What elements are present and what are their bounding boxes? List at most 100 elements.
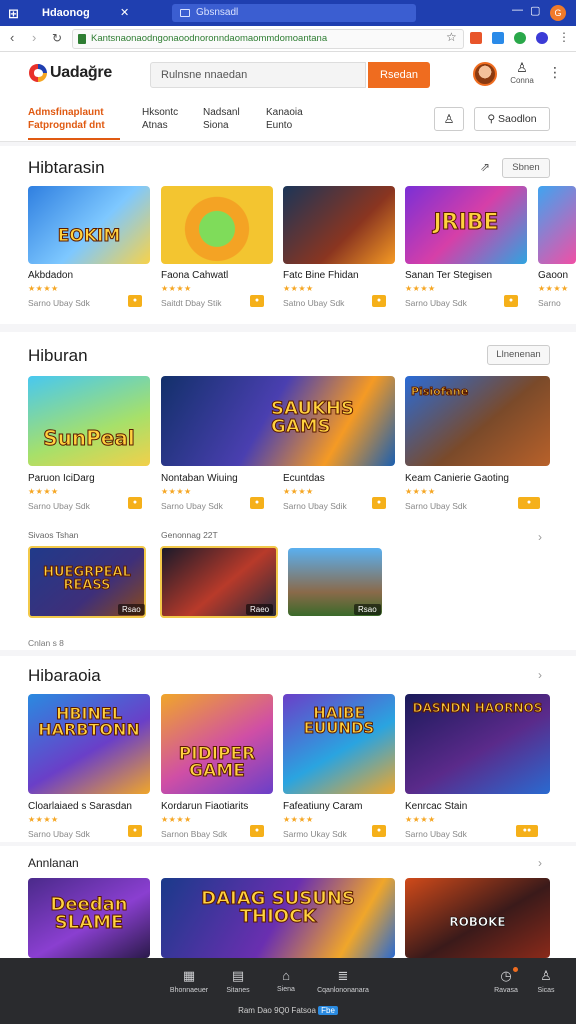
bag-icon: ⌂ (282, 968, 290, 983)
game-card-3-image[interactable] (283, 186, 395, 264)
game-card-14-image[interactable]: Deedan SLAME (28, 878, 150, 958)
back-icon[interactable]: ‹ (10, 30, 14, 45)
game-card-1-title[interactable]: Akbdadon (28, 270, 150, 281)
game-card-13-tag: ●● (516, 825, 538, 837)
game-card-1-art-text: EOKIM (57, 226, 121, 246)
game-card-9-title[interactable]: Ecuntdas (283, 473, 395, 484)
nav-tab-2-line2: Siona (203, 120, 229, 131)
bottom-nav-label-0: Bhonnaeuer (169, 987, 209, 994)
game-card-11-image[interactable]: PIDIPER GAME (161, 694, 273, 794)
game-card-13-image[interactable]: DASNDN HAORNOS (405, 694, 550, 794)
minimize-icon[interactable]: — (512, 4, 523, 16)
bottom-nav-item-3[interactable]: ≣ Cqanlononanara (313, 968, 373, 994)
browser-tab-second[interactable]: Gbsnsadl (172, 4, 416, 22)
account-button[interactable]: ♙ Conna (510, 60, 534, 90)
bottom-nav-item-1[interactable]: ▤ Sitanes (218, 968, 258, 994)
game-card-9-tag: ● (372, 497, 386, 509)
bookmark-star-icon[interactable]: ☆ (446, 30, 457, 44)
section2-button[interactable]: Llnenenan (487, 345, 550, 365)
game-card-4-art-text: JRIBE (433, 210, 499, 235)
game-card-16-image[interactable]: ROBOKE (405, 878, 550, 958)
game-card-4-title[interactable]: Sanan Ter Stegisen (405, 270, 527, 281)
nav-tab-3-line1: Kanaoia (266, 107, 303, 118)
game-card-13-art-text: DASNDN HAORNOS (412, 701, 543, 715)
game-card-7-art-text: SAUKHS GAMS (271, 398, 355, 437)
close-tab-icon[interactable]: ✕ (120, 3, 129, 23)
browser-profile-icon[interactable]: G (550, 5, 566, 21)
game-card-2-title[interactable]: Faona Cahwatl (161, 270, 273, 281)
sub-label-1: Genonnag 22T (161, 530, 218, 540)
login-icon: ⚲ (487, 113, 499, 125)
game-card-3-title[interactable]: Fatc Bine Fhidan (283, 270, 395, 281)
game-card-5-image[interactable] (538, 186, 576, 264)
search-button[interactable]: Rsedan (368, 62, 430, 88)
game-card-15-image[interactable]: DAIAG SUSUNS THIOCK (161, 878, 395, 958)
forward-icon[interactable]: › (32, 30, 36, 45)
game-card-10-title[interactable]: Cloarlaiaed s Sarasdan (28, 801, 158, 812)
game-card-10-image[interactable]: HBINEL HARBTONN (28, 694, 150, 794)
game-card-1-image[interactable]: EOKIM (28, 186, 150, 264)
extension-green-icon[interactable] (514, 32, 526, 44)
game-card-11-title[interactable]: Kordarun Fiaotiarits (161, 801, 273, 812)
game-card-7-title[interactable]: Nontaban Wiuing (161, 473, 273, 484)
account-label: Conna (510, 76, 534, 85)
bottom-nav-item-0[interactable]: ▦ Bhonnaeuer (169, 968, 209, 994)
user-avatar[interactable] (473, 62, 497, 86)
game-card-13-title[interactable]: Kenrcac Stain (405, 801, 550, 812)
bottom-nav-item-2[interactable]: ⌂ Siena (266, 968, 306, 993)
game-card-2-image[interactable] (161, 186, 273, 264)
extension-red-icon[interactable] (470, 32, 482, 44)
menu-icon: ≣ (337, 968, 349, 983)
signin-button[interactable]: ⚲ Saodlon (474, 107, 550, 131)
extension-blue-icon[interactable] (492, 32, 504, 44)
nav-tab-1[interactable]: Hksontc Atnas (142, 106, 178, 132)
nav-tab-0[interactable]: Admsfinaplaunt Fatprogndaf dnt (28, 106, 105, 132)
game-card-7-meta: Sarno Ubay Sdk (161, 501, 223, 511)
game-card-4-image[interactable]: JRIBE (405, 186, 527, 264)
bottom-nav-item-4[interactable]: ◷ Ravasa (486, 968, 526, 994)
game-card-11-tag: ● (250, 825, 264, 837)
nav-tab-3[interactable]: Kanaoia Eunto (266, 106, 303, 132)
bottom-nav-label-3: Cqanlononanara (317, 987, 369, 994)
lock-icon (78, 34, 86, 44)
reload-icon[interactable]: ↻ (52, 31, 62, 45)
extension-profile-icon[interactable] (536, 32, 548, 44)
game-card-7-image[interactable]: SAUKHS GAMS (161, 376, 395, 466)
profile-button[interactable]: ♙ (434, 107, 464, 131)
section3-chevron-icon[interactable]: › (538, 668, 542, 682)
game-card-6-title[interactable]: Paruon IciDarg (28, 473, 150, 484)
sub-row-chevron-icon[interactable]: › (538, 530, 542, 544)
game-card-12-image[interactable]: HAIBE EUUNDS (283, 694, 395, 794)
game-card-8-image[interactable]: Pisiofane (405, 376, 550, 466)
game-card-12-rating: ★★★★ (283, 815, 314, 824)
browser-app-icon[interactable]: ⊞ (8, 6, 19, 22)
game-card-8-rating: ★★★★ (405, 487, 436, 496)
game-card-11-rating: ★★★★ (161, 815, 192, 824)
game-card-11-art-text: PIDIPER GAME (178, 744, 256, 781)
game-card-4-tag: ● (504, 295, 518, 307)
url-input[interactable]: Kantsnaonaodngonaoodnoronndaomaommdomoan… (72, 29, 464, 49)
section4-chevron-icon[interactable]: › (538, 856, 542, 870)
section2-footer-label: Cnlan s 8 (28, 638, 64, 648)
section1-button[interactable]: Sbnen (502, 158, 550, 178)
site-logo-text[interactable]: Uadağre (50, 64, 112, 82)
nav-tab-2[interactable]: Nadsanl Siona (203, 106, 240, 132)
more-options-icon[interactable]: ⋮ (548, 64, 562, 81)
search-input[interactable]: Rulnsne nnaedan (150, 62, 366, 88)
game-card-8-meta: Sarno Ubay Sdk (405, 501, 467, 511)
browser-menu-icon[interactable]: ⋮ (558, 30, 570, 44)
game-card-9-rating: ★★★★ (283, 487, 314, 496)
clock-icon: ◷ (500, 968, 512, 983)
game-card-2-meta: Saitdt Dbay Stik (161, 298, 222, 308)
grid-icon: ▦ (182, 968, 196, 983)
game-card-5-title[interactable]: Gaoon (538, 270, 576, 281)
game-card-8-title[interactable]: Keam Canierie Gaoting (405, 473, 550, 484)
bottom-nav-label-5: Sicas (537, 987, 555, 994)
game-card-12-title[interactable]: Fafeatiuny Caram (283, 801, 395, 812)
game-card-10-art-text: HBINEL HARBTONN (38, 704, 141, 739)
game-card-6-image[interactable]: SunPeal (28, 376, 150, 466)
bottom-nav-item-5[interactable]: ♙ Sicas (526, 968, 566, 994)
maximize-icon[interactable]: ▢ (530, 4, 540, 17)
share-icon[interactable]: ⇗ (480, 160, 490, 174)
site-logo-icon[interactable] (28, 62, 48, 84)
